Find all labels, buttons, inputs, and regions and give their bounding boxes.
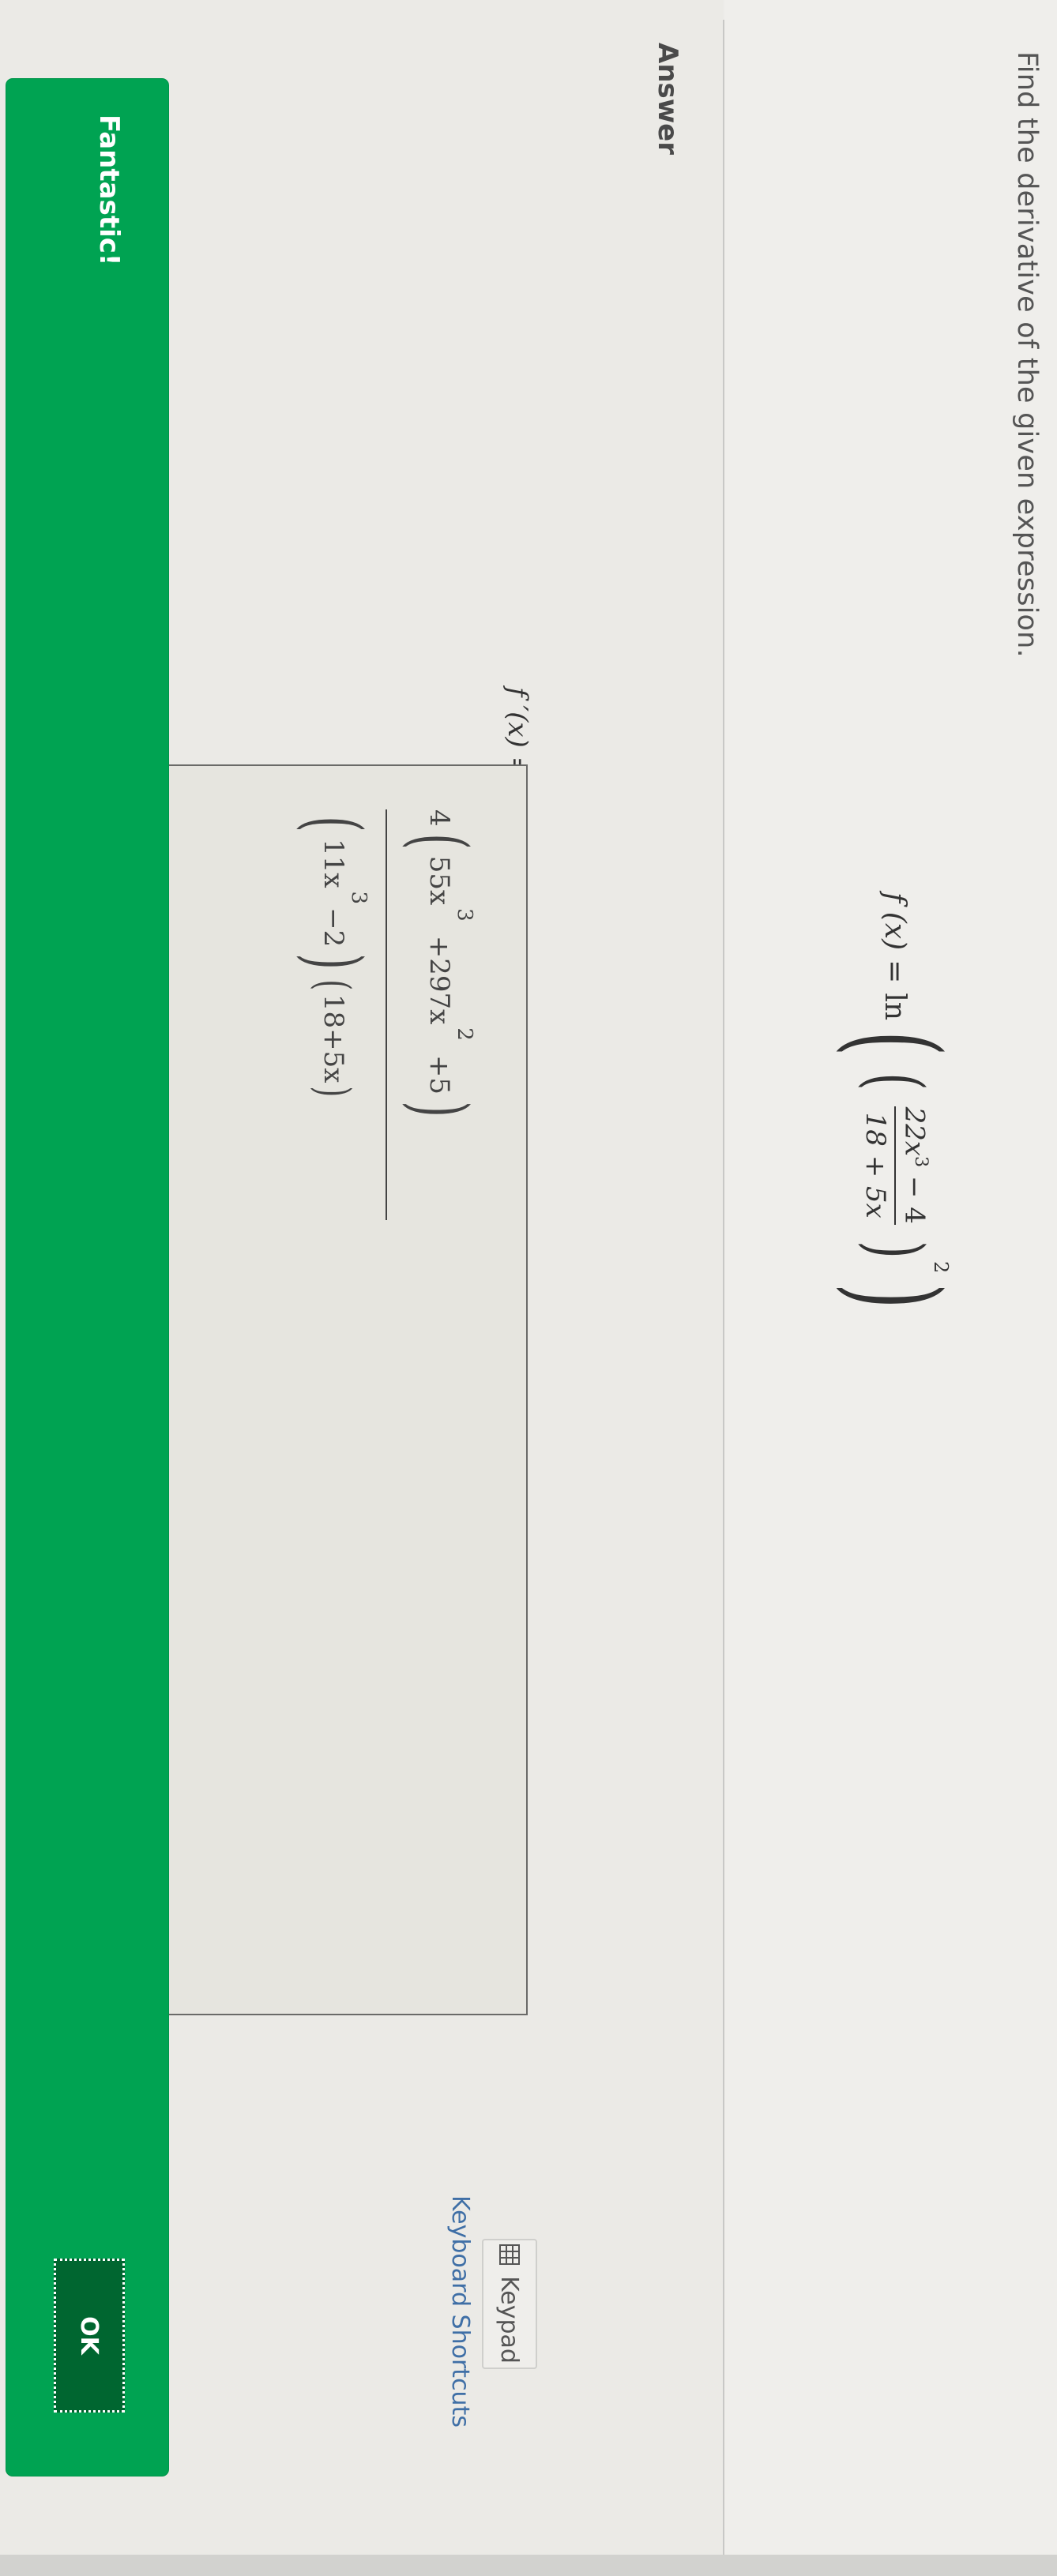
answer-fraction-bar (386, 809, 387, 1220)
outer-paren-left: ( (826, 1031, 964, 1057)
fraction-denominator: 18 + 5x (859, 1106, 896, 1225)
function-fraction: 22x3 − 4 18 + 5x (859, 1101, 931, 1230)
keypad-grid-icon (499, 2244, 520, 2266)
outer-paren-right: ) (826, 1283, 964, 1309)
ok-button[interactable]: OK (54, 2259, 125, 2413)
keyboard-shortcuts-link[interactable]: Keyboard Shortcuts (446, 2195, 474, 2428)
answer-input-box[interactable]: 4 ( 55x 3 +297x 2 +5 ) ( 11x 3 −2) (18… (145, 764, 528, 2015)
question-instruction: Find the derivative of the given express… (1011, 51, 1043, 658)
answer-numerator: 4 ( 55x 3 +297x 2 +5 ) (396, 809, 483, 1117)
ln-operator: ln (878, 993, 912, 1021)
keypad-label: Keypad (495, 2276, 524, 2364)
question-area: Find the derivative of the given express… (724, 0, 1057, 2576)
banner-message: Fantastic! (93, 115, 125, 266)
answer-label: Answer (652, 43, 683, 155)
outer-exponent: 2 (930, 1260, 952, 1274)
fraction-numerator: 22x3 − 4 (898, 1106, 931, 1224)
success-banner: Fantastic! OK (6, 79, 168, 2476)
given-function: f (x) = ln ( ( 22x3 − 4 18 + 5x ) 2 ) (826, 892, 964, 1320)
edge-strip (0, 2555, 1057, 2576)
keypad-button[interactable]: Keypad (482, 2239, 537, 2369)
answer-denominator: ( 11x 3 −2 ) ( 18+5x ) (290, 816, 378, 1098)
inner-paren-left: ( (852, 1072, 939, 1091)
inner-paren-right: ) (852, 1241, 939, 1259)
function-equals: = (878, 959, 912, 984)
question-page: Find the derivative of the given express… (0, 0, 1057, 2576)
function-lhs: f (x) (878, 892, 912, 951)
section-divider (723, 20, 724, 2555)
answer-expression: 4 ( 55x 3 +297x 2 +5 ) ( 11x 3 −2) (18… (286, 809, 487, 1220)
